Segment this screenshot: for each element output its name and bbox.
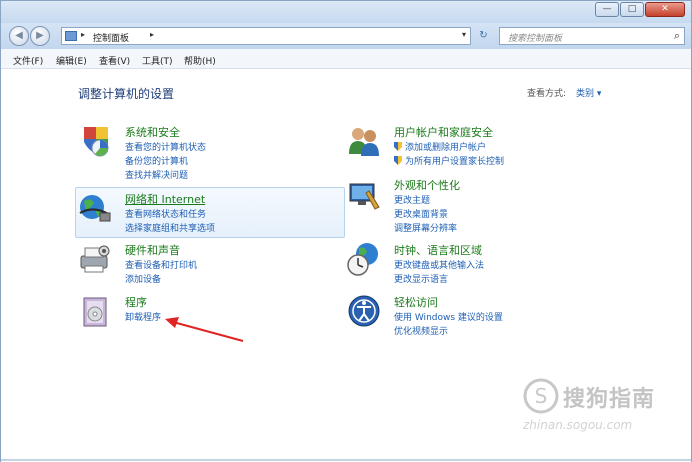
- control-panel-window: — □ ✕ ◀ ▶ ▸ 控制面板 ▸ ▾ ↻ 搜索控制面板 ⌕ 文件(F) 编辑…: [0, 0, 692, 462]
- uac-shield-icon: [394, 142, 402, 151]
- menu-edit[interactable]: 编辑(E): [56, 54, 87, 67]
- link-backup-computer[interactable]: 备份您的计算机: [125, 154, 188, 167]
- address-dropdown-icon[interactable]: ▾: [462, 30, 466, 39]
- link-change-background[interactable]: 更改桌面背景: [394, 207, 448, 220]
- link-troubleshoot[interactable]: 查找并解决问题: [125, 168, 188, 181]
- uac-shield-icon: [394, 156, 402, 165]
- link-view-devices-printers[interactable]: 查看设备和打印机: [125, 258, 197, 271]
- category-title[interactable]: 时钟、语言和区域: [394, 242, 482, 258]
- back-button[interactable]: ◀: [9, 26, 29, 46]
- status-border: [1, 459, 691, 461]
- link-add-remove-accounts[interactable]: 添加或删除用户帐户: [394, 140, 486, 153]
- menu-view[interactable]: 查看(V): [99, 54, 130, 67]
- watermark-url: zhinan.sogou.com: [523, 418, 633, 432]
- refresh-icon: ↻: [479, 30, 488, 41]
- control-panel-icon: [65, 31, 77, 41]
- category-title[interactable]: 外观和个性化: [394, 177, 460, 193]
- category-title[interactable]: 硬件和声音: [125, 242, 180, 258]
- sogou-logo-icon: S: [523, 378, 559, 414]
- menu-help[interactable]: 帮助(H): [184, 54, 216, 67]
- link-uninstall-program[interactable]: 卸载程序: [125, 310, 161, 323]
- view-by-label: 查看方式:: [527, 89, 567, 99]
- menu-file[interactable]: 文件(F): [13, 54, 43, 67]
- link-homegroup-sharing[interactable]: 选择家庭组和共享选项: [125, 221, 215, 234]
- system-security-icon: [84, 127, 109, 157]
- category-title[interactable]: 网络和 Internet: [125, 191, 205, 207]
- view-by-dropdown[interactable]: 类别 ▾: [576, 86, 601, 99]
- content-area: 调整计算机的设置 查看方式: 类别 ▾ 系统和安全 查看您的计算机状态 备份您的…: [1, 69, 691, 462]
- title-bar: — □ ✕: [1, 1, 691, 23]
- link-change-theme[interactable]: 更改主题: [394, 193, 430, 206]
- breadcrumb-control-panel[interactable]: 控制面板: [93, 31, 129, 44]
- watermark-brand: 搜狗指南: [563, 387, 656, 412]
- link-add-device[interactable]: 添加设备: [125, 272, 161, 285]
- search-input[interactable]: 搜索控制面板 ⌕: [499, 27, 685, 45]
- link-optimize-visual-display[interactable]: 优化视频显示: [394, 324, 448, 337]
- watermark: S 搜狗指南 zhinan.sogou.com: [523, 374, 683, 434]
- link-change-input-method[interactable]: 更改键盘或其他输入法: [394, 258, 484, 271]
- menu-bar: 文件(F) 编辑(E) 查看(V) 工具(T) 帮助(H): [1, 49, 691, 69]
- link-recommended-settings[interactable]: 使用 Windows 建议的设置: [394, 310, 503, 323]
- hardware-sound-icon: [80, 245, 110, 273]
- ease-of-access-icon: [348, 295, 380, 327]
- category-title[interactable]: 用户帐户和家庭安全: [394, 124, 493, 140]
- menu-tools[interactable]: 工具(T): [142, 54, 173, 67]
- link-view-computer-status[interactable]: 查看您的计算机状态: [125, 140, 206, 153]
- annotation-arrow: [165, 317, 244, 342]
- search-placeholder: 搜索控制面板: [508, 34, 563, 44]
- category-title[interactable]: 系统和安全: [125, 124, 180, 140]
- refresh-button[interactable]: ↻: [475, 28, 492, 44]
- category-title[interactable]: 程序: [125, 294, 147, 310]
- forward-arrow-icon: ▶: [36, 30, 44, 41]
- appearance-icon: [349, 183, 380, 210]
- back-arrow-icon: ◀: [15, 30, 23, 41]
- clock-region-icon: [347, 243, 378, 276]
- user-accounts-icon: [349, 128, 379, 156]
- forward-button[interactable]: ▶: [30, 26, 50, 46]
- link-adjust-resolution[interactable]: 调整屏幕分辨率: [394, 221, 457, 234]
- navigation-bar: ◀ ▶ ▸ 控制面板 ▸ ▾ ↻ 搜索控制面板 ⌕: [1, 23, 691, 49]
- close-button[interactable]: ✕: [645, 2, 685, 17]
- category-title[interactable]: 轻松访问: [394, 294, 438, 310]
- link-change-display-language[interactable]: 更改显示语言: [394, 272, 448, 285]
- address-bar[interactable]: ▸ 控制面板 ▸ ▾: [61, 27, 471, 45]
- svg-text:S: S: [535, 384, 548, 408]
- page-title: 调整计算机的设置: [78, 87, 175, 101]
- network-icon: [79, 195, 111, 222]
- minimize-button[interactable]: —: [595, 2, 619, 17]
- programs-icon: [83, 297, 107, 327]
- breadcrumb-separator[interactable]: ▸: [81, 30, 85, 39]
- search-icon[interactable]: ⌕: [674, 29, 680, 43]
- maximize-button[interactable]: □: [620, 2, 644, 17]
- link-view-network-status[interactable]: 查看网络状态和任务: [125, 207, 206, 220]
- breadcrumb-separator-2[interactable]: ▸: [150, 30, 154, 39]
- link-parental-controls[interactable]: 为所有用户设置家长控制: [394, 154, 504, 167]
